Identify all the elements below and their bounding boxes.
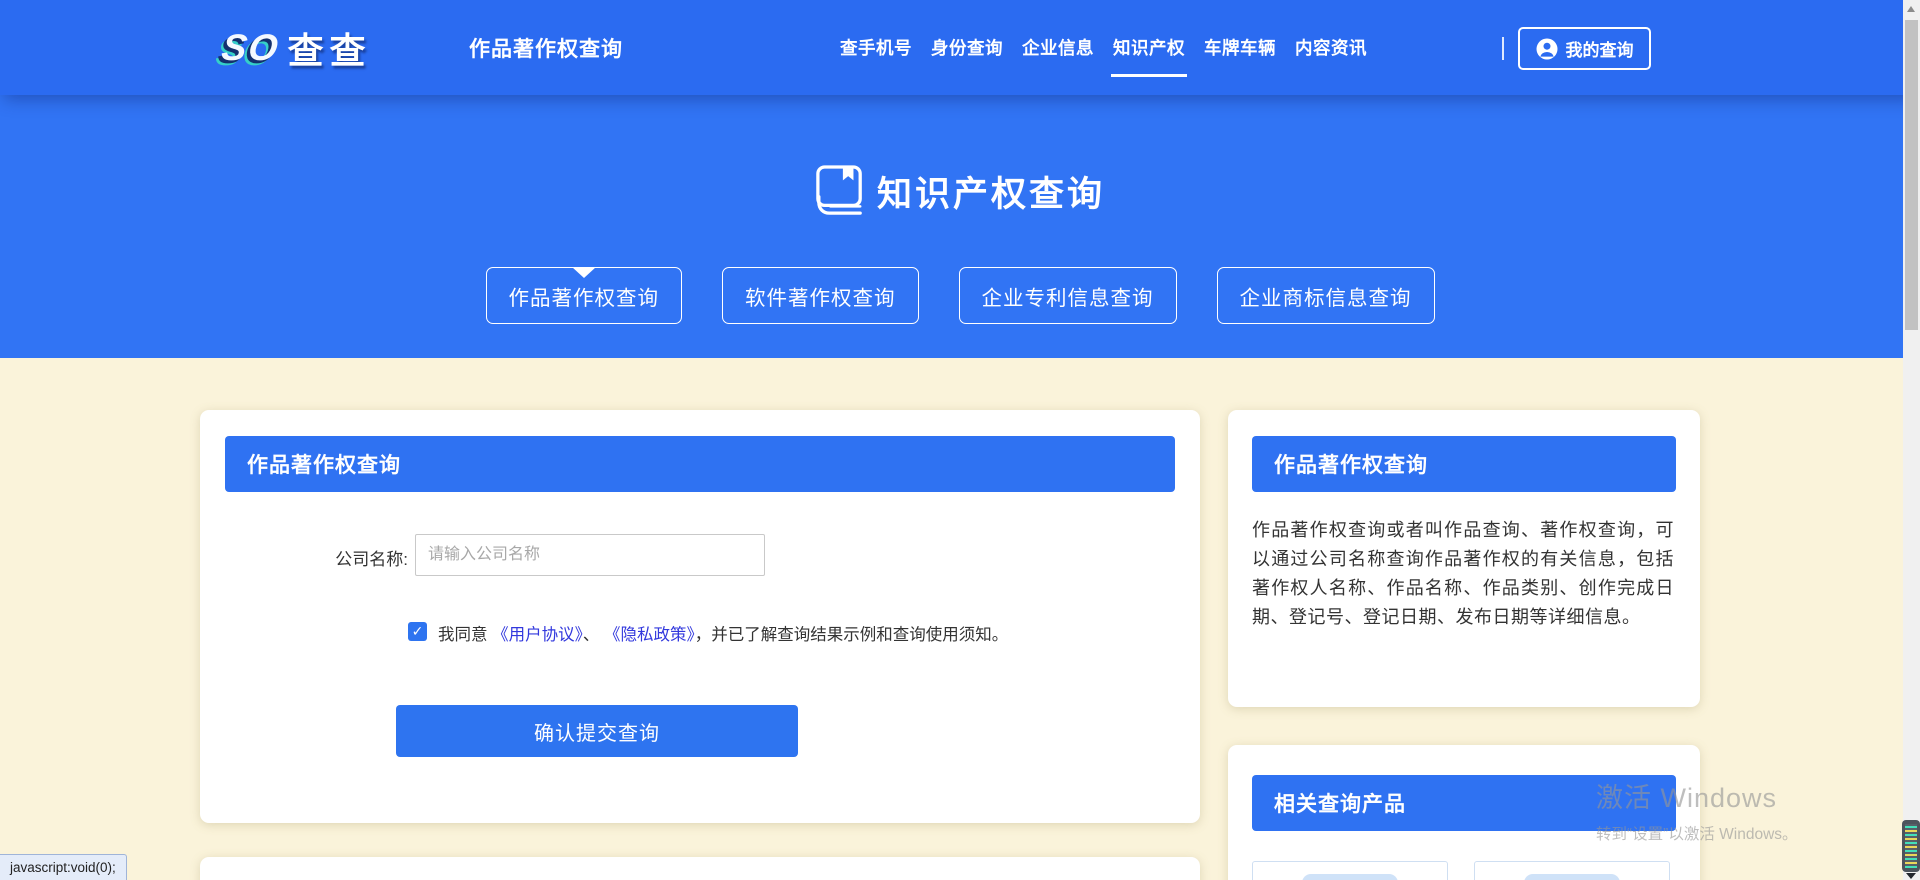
agree-checkbox[interactable]: ✓ <box>408 622 427 641</box>
product-logo-placeholder <box>1524 874 1620 880</box>
extension-widget[interactable] <box>1902 820 1920 872</box>
tab-work-copyright[interactable]: 作品著作权查询 <box>486 267 683 324</box>
query-type-tabs: 作品著作权查询 软件著作权查询 企业专利信息查询 企业商标信息查询 <box>0 267 1920 324</box>
submit-query-button[interactable]: 确认提交查询 <box>396 705 798 757</box>
nav-item-ip[interactable]: 知识产权 <box>1113 35 1185 60</box>
query-form-card: 作品著作权查询 公司名称: ✓ 我同意 《用户协议》、 《隐私政策》，并已了解查… <box>200 410 1200 823</box>
tab-label: 企业商标信息查询 <box>1240 281 1412 311</box>
info-card-body: 作品著作权查询或者叫作品查询、著作权查询，可以通过公司名称查询作品著作权的有关信… <box>1252 516 1674 632</box>
book-icon <box>815 163 865 219</box>
tab-label: 软件著作权查询 <box>745 281 896 311</box>
nav-item-content[interactable]: 内容资讯 <box>1295 35 1367 60</box>
active-tab-caret-icon <box>572 267 596 278</box>
product-logo-placeholder <box>1302 874 1398 880</box>
my-query-button[interactable]: 我的查询 <box>1518 27 1651 70</box>
user-icon <box>1536 38 1558 60</box>
extension-widget-stripes <box>1905 824 1917 868</box>
agreement-text: 我同意 《用户协议》、 《隐私政策》，并已了解查询结果示例和查询使用须知。 <box>438 621 1008 645</box>
tab-label: 企业专利信息查询 <box>982 281 1154 311</box>
tab-trademark-info[interactable]: 企业商标信息查询 <box>1217 267 1435 324</box>
top-navbar: SO 查查 作品著作权查询 查手机号 身份查询 企业信息 知识产权 车牌车辆 内… <box>0 0 1920 95</box>
tab-patent-info[interactable]: 企业专利信息查询 <box>959 267 1177 324</box>
info-card: 作品著作权查询 作品著作权查询或者叫作品查询、著作权查询，可以通过公司名称查询作… <box>1228 410 1700 707</box>
nav-divider <box>1502 37 1504 60</box>
widget-caret-icon <box>1906 873 1916 879</box>
tab-software-copyright[interactable]: 软件著作权查询 <box>722 267 919 324</box>
agree-suffix: ，并已了解查询结果示例和查询使用须知。 <box>695 626 1009 644</box>
site-logo[interactable]: SO 查查 <box>222 26 371 70</box>
nav-item-phone[interactable]: 查手机号 <box>840 35 912 60</box>
agreement-row: ✓ 我同意 《用户协议》、 《隐私政策》，并已了解查询结果示例和查询使用须知。 <box>408 621 1148 645</box>
company-name-label: 公司名称: <box>260 545 408 570</box>
scrollbar-track[interactable] <box>1903 0 1920 880</box>
tab-label: 作品著作权查询 <box>509 281 660 311</box>
main-nav: 查手机号 身份查询 企业信息 知识产权 车牌车辆 内容资讯 <box>840 0 1367 95</box>
nav-item-vehicle[interactable]: 车牌车辆 <box>1204 35 1276 60</box>
info-card-header: 作品著作权查询 <box>1252 436 1676 492</box>
scrollbar-up-arrow-icon[interactable] <box>1907 6 1915 12</box>
related-card-header: 相关查询产品 <box>1252 775 1676 831</box>
agree-separator: 、 <box>583 626 604 644</box>
page-title: 作品著作权查询 <box>469 0 623 95</box>
related-product-item[interactable] <box>1252 861 1448 880</box>
nav-item-company[interactable]: 企业信息 <box>1022 35 1094 60</box>
query-card-header: 作品著作权查询 <box>225 436 1175 492</box>
logo-chacha-text: 查查 <box>287 22 371 74</box>
link-status-tooltip: javascript:void(0); <box>0 854 127 880</box>
user-agreement-link[interactable]: 《用户协议》 <box>492 626 583 644</box>
scrollbar-thumb[interactable] <box>1905 20 1918 330</box>
privacy-policy-link[interactable]: 《隐私政策》 <box>604 626 695 644</box>
agree-prefix: 我同意 <box>438 626 492 644</box>
hero-heading: 知识产权查询 <box>0 163 1920 219</box>
next-section-card <box>200 857 1200 880</box>
company-name-input[interactable] <box>415 534 765 576</box>
related-product-item[interactable] <box>1474 861 1670 880</box>
hero-banner: 知识产权查询 作品著作权查询 软件著作权查询 企业专利信息查询 企业商标信息查询 <box>0 95 1920 358</box>
related-products-card: 相关查询产品 <box>1228 745 1700 880</box>
logo-so-text: SO <box>219 27 282 69</box>
hero-title: 知识产权查询 <box>877 166 1105 217</box>
nav-item-identity[interactable]: 身份查询 <box>931 35 1003 60</box>
my-query-label: 我的查询 <box>1566 36 1634 61</box>
